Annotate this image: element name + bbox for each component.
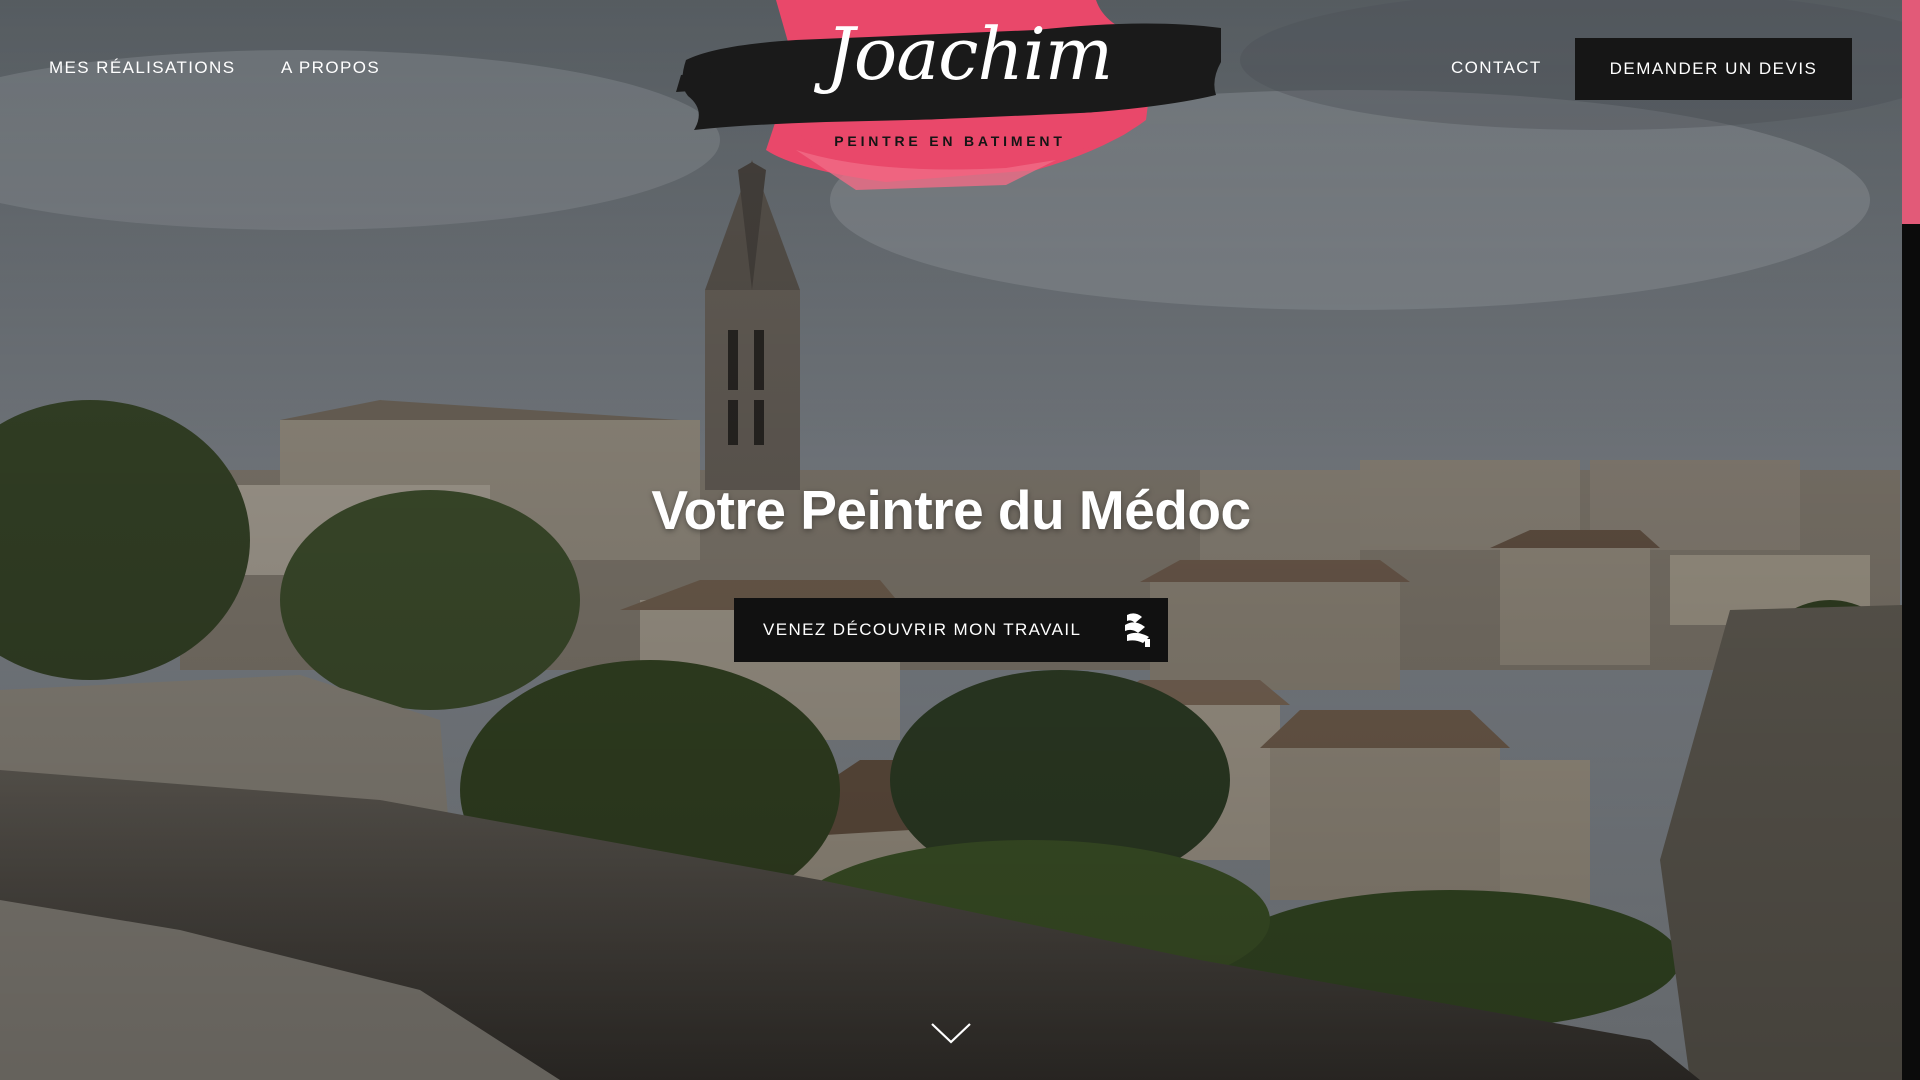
scrollbar-thumb[interactable] — [1902, 0, 1920, 224]
logo-wordmark: Joachim — [826, 12, 1113, 96]
nav-link-a-propos[interactable]: A PROPOS — [281, 58, 380, 78]
logo-tagline: PEINTRE EN BATIMENT — [834, 133, 1066, 149]
site-logo[interactable]: Joachim PEINTRE EN BATIMENT — [676, 0, 1226, 195]
page-scrollbar[interactable] — [1902, 0, 1920, 1080]
request-quote-button[interactable]: DEMANDER UN DEVIS — [1575, 38, 1852, 100]
nav-link-contact[interactable]: CONTACT — [1451, 58, 1542, 78]
chevron-down-icon[interactable] — [929, 1020, 973, 1048]
discover-work-button[interactable]: VENEZ DÉCOUVRIR MON TRAVAIL — [734, 598, 1168, 662]
discover-work-button-label: VENEZ DÉCOUVRIR MON TRAVAIL — [763, 620, 1082, 639]
hero-headline: Votre Peintre du Médoc — [651, 479, 1251, 541]
nav-link-realisations[interactable]: MES RÉALISATIONS — [49, 58, 235, 78]
paint-roller-icon — [1125, 613, 1150, 647]
